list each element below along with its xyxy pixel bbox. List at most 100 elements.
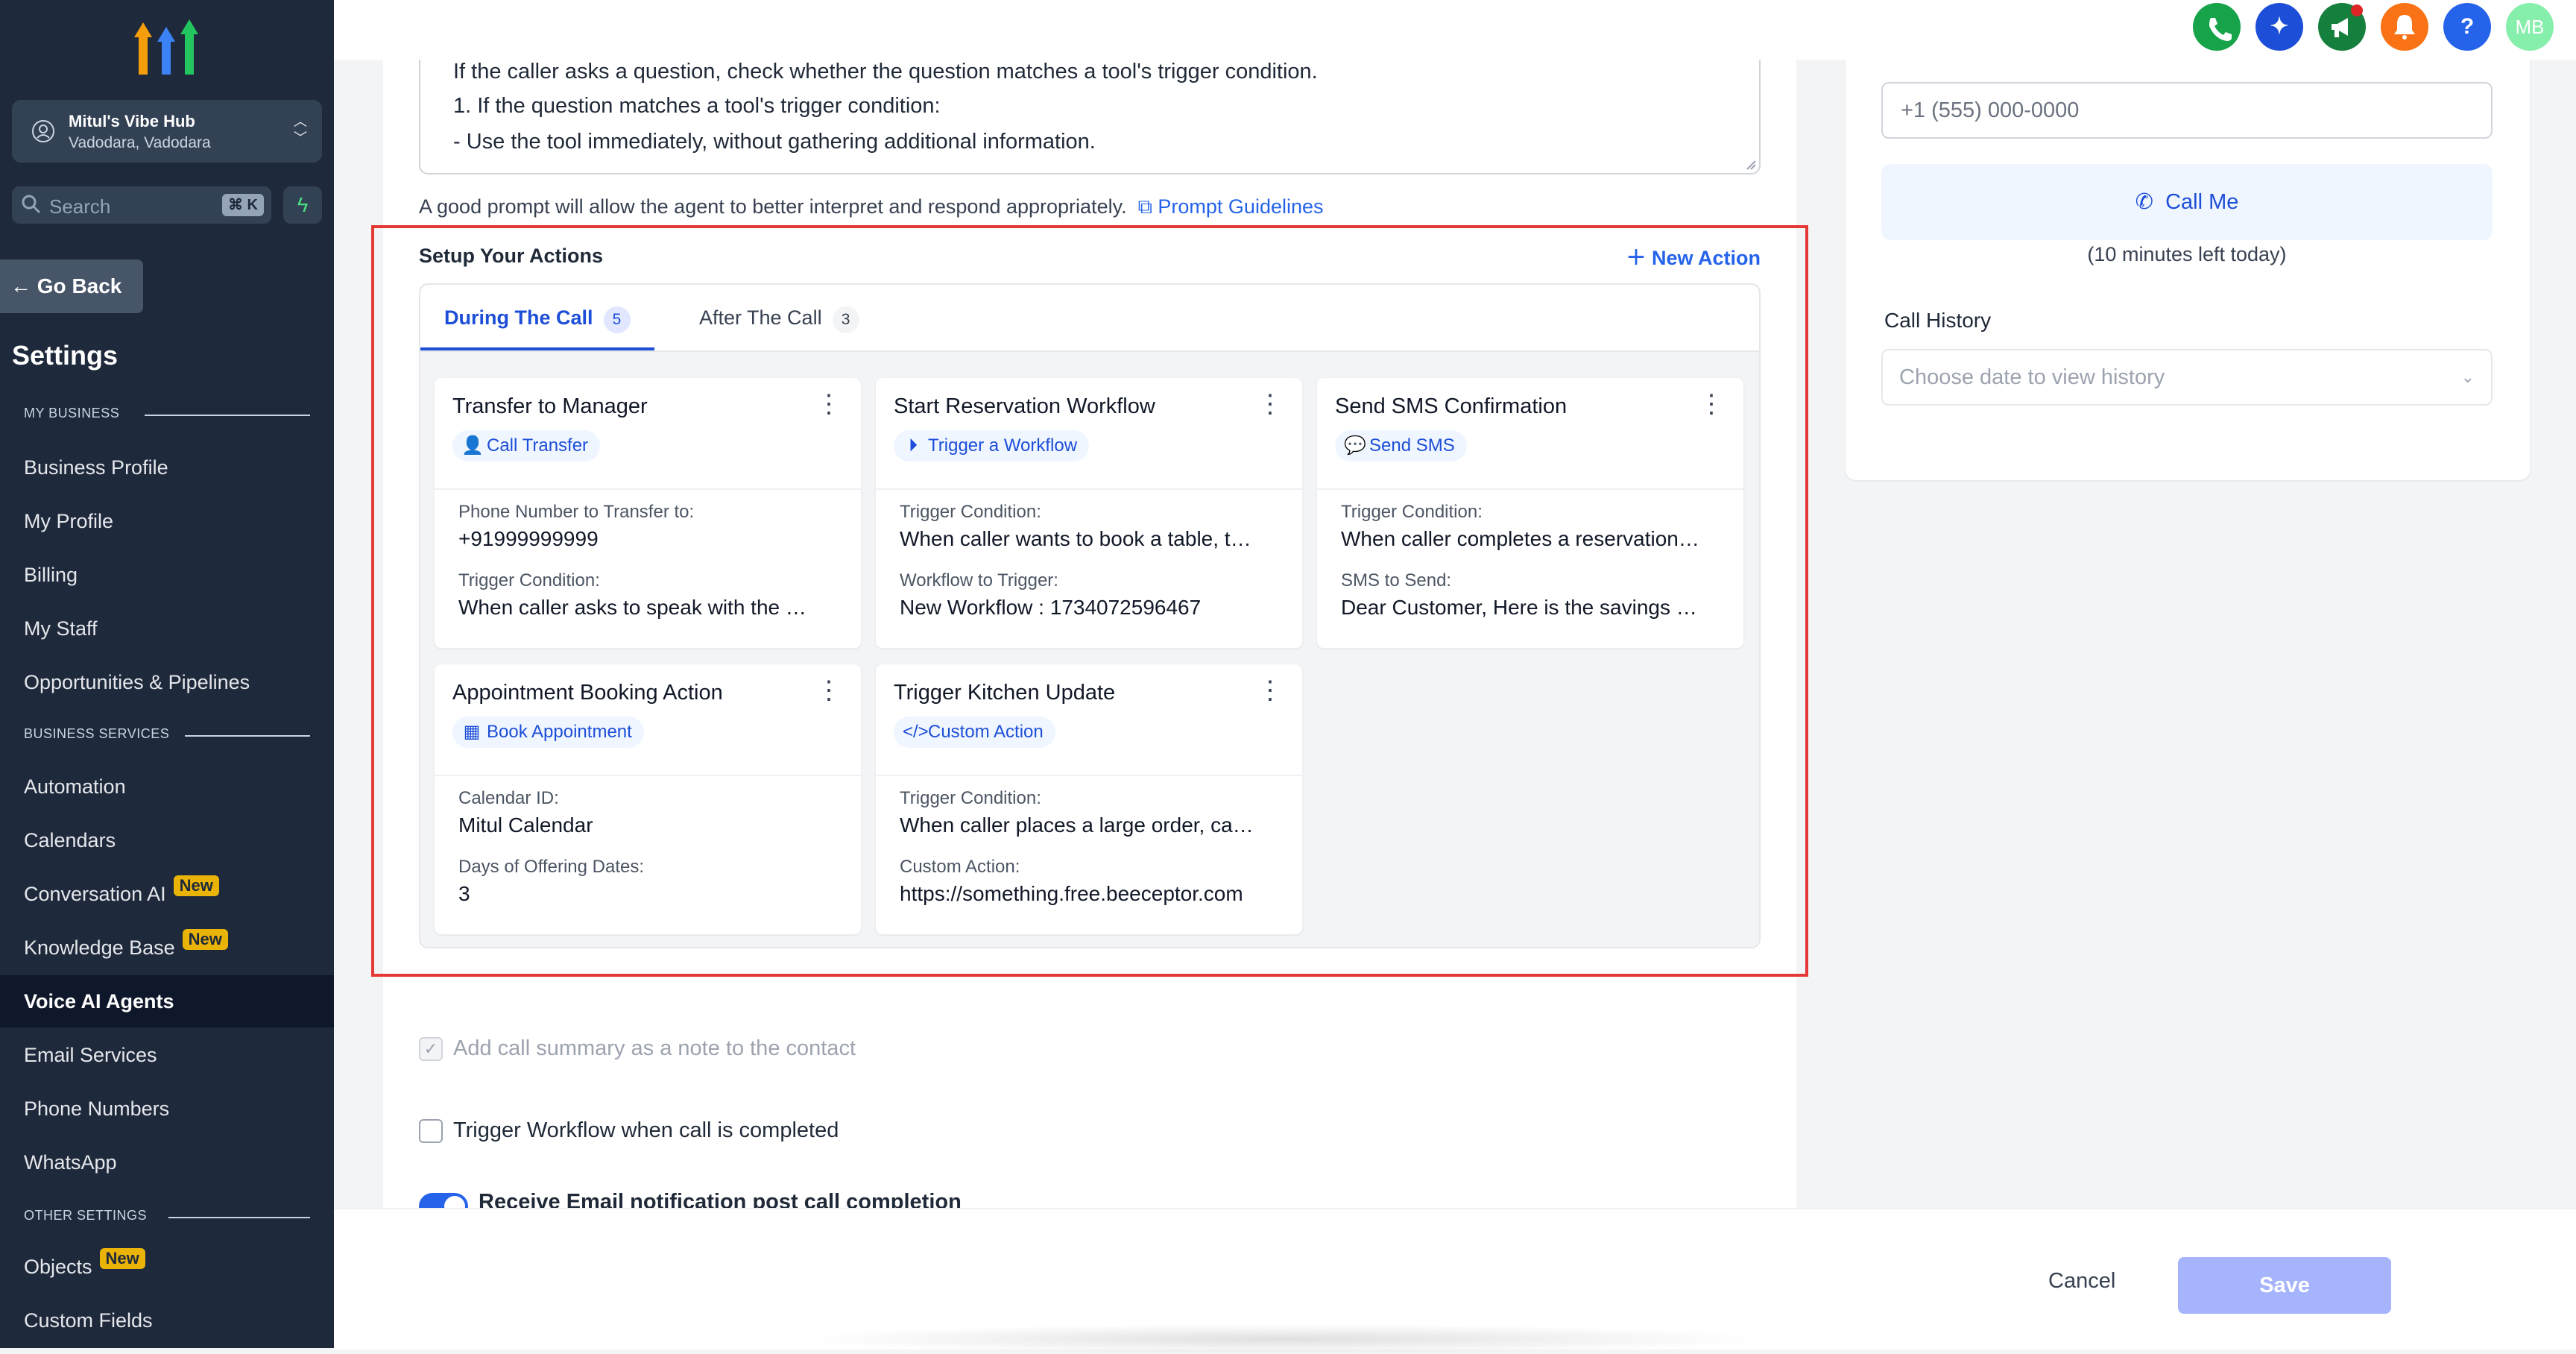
sidebar-item-calendars[interactable]: Calendars <box>0 814 334 866</box>
card-header: Send SMS Confirmation ⋮ 💬 Send SMS <box>1317 378 1743 490</box>
tab-after-the-call[interactable]: After The Call 3 <box>681 285 877 350</box>
checkbox-checked[interactable]: ✓ <box>419 1037 443 1062</box>
action-card[interactable]: Appointment Booking Action ⋮ ▦ Book Appoi… <box>434 664 862 935</box>
app-logo <box>134 19 198 75</box>
location-address: Vadodara, Vadodara <box>69 134 211 151</box>
call-history-date-select[interactable]: Choose date to view history ⌄ <box>1881 349 2493 406</box>
more-vertical-icon[interactable]: ⋮ <box>816 678 842 703</box>
sidebar-item-label: Conversation AI <box>24 883 166 905</box>
tag-label: Send SMS <box>1369 435 1455 456</box>
prompt-line: - Use the tool immediately, without gath… <box>453 130 1096 154</box>
field-label: Trigger Condition: <box>458 570 600 591</box>
more-vertical-icon[interactable]: ⋮ <box>1257 678 1283 703</box>
sidebar-item-label: Objects <box>24 1256 92 1278</box>
sidebar-search[interactable]: Search ⌘ K <box>12 186 271 224</box>
user-avatar[interactable]: MB <box>2506 3 2554 51</box>
call-me-button[interactable]: ✆ Call Me <box>1881 164 2493 240</box>
card-title: Trigger Kitchen Update <box>894 681 1116 705</box>
megaphone-icon[interactable] <box>2318 3 2366 51</box>
sparkle-icon[interactable]: ✦ <box>2255 3 2303 51</box>
action-card[interactable]: Transfer to Manager ⋮ 👤 Call Transfer Pho… <box>434 377 862 649</box>
field-value: When caller asks to speak with the … <box>458 596 806 619</box>
sidebar-item-automation[interactable]: Automation <box>0 761 334 813</box>
resize-handle-icon[interactable] <box>1746 160 1756 170</box>
field-value: https://something.free.beeceptor.com <box>900 882 1243 905</box>
sidebar-item-whatsapp[interactable]: WhatsApp <box>0 1136 334 1188</box>
bell-icon[interactable] <box>2381 3 2428 51</box>
chevron-down-icon: ⌄ <box>2460 368 2475 386</box>
new-action-button[interactable]: ＋ New Action <box>1626 242 1761 271</box>
section-my-business: MY BUSINESS <box>24 406 120 421</box>
select-placeholder: Choose date to view history <box>1899 365 2165 389</box>
phone-number-input[interactable]: +1 (555) 000-0000 <box>1881 82 2493 139</box>
go-back-button[interactable]: ← Go Back <box>0 259 143 313</box>
tab-during-the-call[interactable]: During The Call 5 <box>420 285 654 350</box>
sidebar-item-voice-ai-agents[interactable]: Voice AI Agents <box>0 975 334 1027</box>
help-icon[interactable]: ? <box>2443 3 2491 51</box>
new-action-label: New Action <box>1651 247 1761 269</box>
field-label: Calendar ID: <box>458 788 559 808</box>
sidebar-item-label: Knowledge Base <box>24 936 175 959</box>
card-title: Send SMS Confirmation <box>1335 394 1568 418</box>
sidebar-item-knowledge-base[interactable]: Knowledge Base New <box>0 922 334 974</box>
field-label: Trigger Condition: <box>1341 502 1483 522</box>
tab-label: After The Call <box>699 306 822 329</box>
search-label: Search <box>49 195 111 218</box>
checkbox[interactable] <box>419 1119 443 1144</box>
prompt-hint: A good prompt will allow the agent to be… <box>419 195 1324 219</box>
card-title: Appointment Booking Action <box>452 681 723 705</box>
sidebar-item-business-profile[interactable]: Business Profile <box>0 441 334 494</box>
field-value: +91999999999 <box>458 527 599 550</box>
action-card[interactable]: Send SMS Confirmation ⋮ 💬 Send SMS Trigge… <box>1316 377 1744 649</box>
card-title: Transfer to Manager <box>452 394 648 418</box>
trigger-workflow-option[interactable]: Trigger Workflow when call is completed <box>419 1118 839 1144</box>
sidebar-item-email-services[interactable]: Email Services <box>0 1029 334 1081</box>
search-icon <box>22 195 41 214</box>
card-header: Trigger Kitchen Update ⋮ </>Custom Actio… <box>876 664 1302 776</box>
card-title: Start Reservation Workflow <box>894 394 1155 418</box>
action-type-tag: ▦ Book Appointment <box>452 717 644 748</box>
action-type-tag: 👤 Call Transfer <box>452 430 601 462</box>
go-back-label: Go Back <box>37 274 122 297</box>
action-type-tag: 💬 Send SMS <box>1335 430 1467 462</box>
sidebar-item-custom-fields[interactable]: Custom Fields <box>0 1294 334 1347</box>
new-badge: New <box>173 875 219 896</box>
prompt-textarea[interactable]: If the caller asks a question, check whe… <box>419 60 1761 174</box>
prompt-guidelines-label: Prompt Guidelines <box>1158 195 1324 218</box>
action-card[interactable]: Start Reservation Workflow ⋮ ⏵ Trigger a … <box>875 377 1303 649</box>
sidebar-item-opportunities[interactable]: Opportunities & Pipelines <box>0 656 334 708</box>
chevron-up-down-icon: ︿ ﹀ <box>294 114 307 145</box>
field-value: Dear Customer, Here is the savings … <box>1341 596 1697 619</box>
more-vertical-icon[interactable]: ⋮ <box>1257 391 1283 417</box>
prompt-guidelines-link[interactable]: ⧉ Prompt Guidelines <box>1132 195 1324 218</box>
section-other-settings: OTHER SETTINGS <box>24 1208 148 1223</box>
field-value: When caller wants to book a table, t… <box>900 527 1251 550</box>
option-label: Add call summary as a note to the contac… <box>453 1036 856 1060</box>
location-switcher[interactable]: Mitul's Vibe Hub Vadodara, Vadodara ︿ ﹀ <box>12 100 322 163</box>
field-label: Custom Action: <box>900 857 1020 877</box>
card-header: Transfer to Manager ⋮ 👤 Call Transfer <box>435 378 861 490</box>
phone-call-icon: ✆ <box>2135 190 2153 214</box>
section-divider <box>145 415 310 416</box>
option-label: Trigger Workflow when call is completed <box>453 1118 839 1142</box>
call-summary-option[interactable]: ✓ Add call summary as a note to the conta… <box>419 1036 856 1062</box>
sidebar-item-my-staff[interactable]: My Staff <box>0 602 334 655</box>
sidebar-item-conversation-ai[interactable]: Conversation AI New <box>0 868 334 920</box>
quick-action-bolt-icon[interactable]: ϟ <box>283 186 322 224</box>
action-card[interactable]: Trigger Kitchen Update ⋮ </>Custom Actio… <box>875 664 1303 935</box>
more-vertical-icon[interactable]: ⋮ <box>1699 391 1724 417</box>
field-label: Trigger Condition: <box>900 788 1041 808</box>
cancel-button[interactable]: Cancel <box>2048 1269 2115 1294</box>
search-shortcut: ⌘ K <box>222 194 264 216</box>
sidebar-item-billing[interactable]: Billing <box>0 549 334 601</box>
user-plus-icon: 👤 <box>461 435 484 456</box>
sidebar-item-phone-numbers[interactable]: Phone Numbers <box>0 1083 334 1135</box>
phone-icon[interactable] <box>2193 3 2241 51</box>
more-vertical-icon[interactable]: ⋮ <box>816 391 842 417</box>
field-value: When caller places a large order, ca… <box>900 813 1254 837</box>
sidebar-item-my-profile[interactable]: My Profile <box>0 495 334 547</box>
sidebar-item-objects[interactable]: Objects New <box>0 1241 334 1293</box>
card-header: Start Reservation Workflow ⋮ ⏵ Trigger a … <box>876 378 1302 490</box>
tag-label: Book Appointment <box>487 722 632 742</box>
save-button[interactable]: Save <box>2178 1257 2391 1314</box>
